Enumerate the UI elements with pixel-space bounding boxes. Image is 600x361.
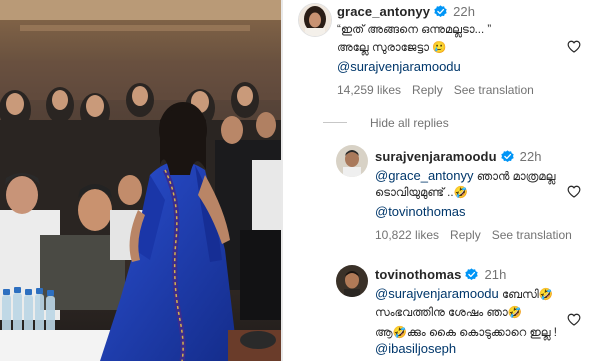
verified-badge-icon — [500, 150, 514, 163]
comment-time: 21h — [484, 267, 507, 282]
verified-badge-icon — [434, 5, 447, 18]
comment-header: tovinothomas 21h — [375, 267, 506, 282]
hide-replies-line — [323, 122, 347, 123]
heart-outline-icon[interactable] — [567, 185, 581, 198]
comment-meta: 10,822 likes Reply See translation — [375, 228, 583, 242]
username[interactable]: tovinothomas — [375, 267, 461, 282]
likes-count[interactable]: 10,822 likes — [375, 228, 439, 242]
reply-button[interactable]: Reply — [450, 228, 481, 242]
mention-link[interactable]: @surajvenjaramoodu — [375, 286, 499, 301]
comment-text: ഞാൻ മാത്രമല്ല — [476, 171, 556, 183]
heart-outline-icon[interactable] — [567, 313, 581, 326]
avatar[interactable] — [298, 3, 332, 37]
mention-link[interactable]: @grace_antonyy — [375, 168, 473, 183]
mention-link[interactable]: @ibasiljoseph — [375, 338, 456, 359]
comment-header: surajvenjaramoodu 22h — [375, 149, 542, 164]
see-translation-link[interactable]: See translation — [454, 83, 534, 97]
comment-line: സംഭവത്തിനു ശേഷം ഞാ🤣 — [375, 307, 522, 319]
comments-panel: grace_antonyy 22h “ഇത് അങ്ങനെ ഒന്നുമല്ലടാ… — [283, 0, 600, 361]
heart-outline-icon[interactable] — [567, 40, 581, 53]
see-translation-link[interactable]: See translation — [492, 228, 572, 242]
comment-time: 22h — [453, 4, 476, 19]
comment-text: ബേസി🤣 — [501, 289, 554, 301]
mention-link[interactable]: @tovinothomas — [375, 201, 466, 222]
reply-button[interactable]: Reply — [412, 83, 443, 97]
likes-count[interactable]: 14,259 likes — [337, 83, 401, 97]
hide-replies-button[interactable]: Hide all replies — [370, 116, 449, 130]
comment-header: grace_antonyy 22h — [337, 4, 475, 19]
verified-badge-icon — [465, 268, 479, 281]
username[interactable]: surajvenjaramoodu — [375, 149, 497, 164]
avatar[interactable] — [336, 145, 368, 177]
comment-time: 22h — [519, 149, 542, 164]
username[interactable]: grace_antonyy — [337, 4, 430, 19]
comment-meta: 14,259 likes Reply See translation — [337, 83, 545, 97]
post-photo — [0, 0, 281, 361]
mention-link[interactable]: @surajvenjaramoodu — [337, 56, 461, 77]
avatar[interactable] — [336, 265, 368, 297]
